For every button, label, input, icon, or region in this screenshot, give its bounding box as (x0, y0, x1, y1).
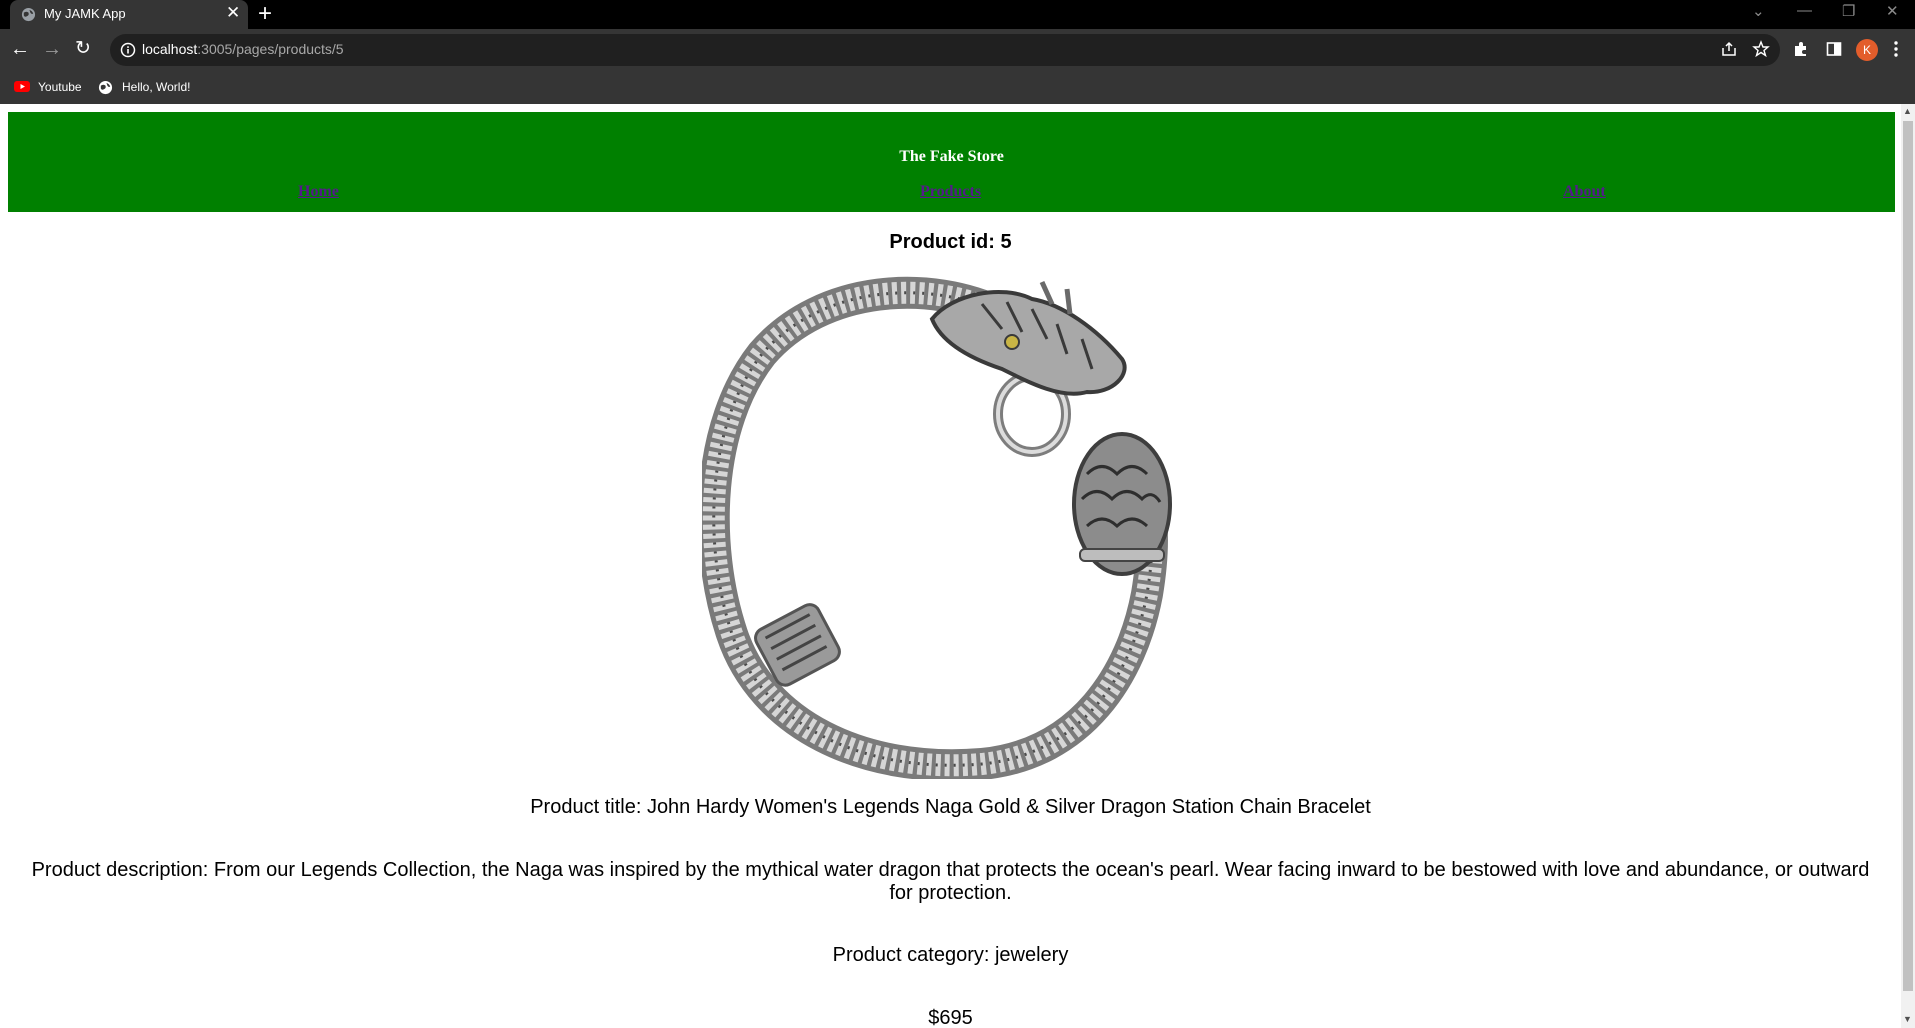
product-title: Product title: John Hardy Women's Legend… (530, 796, 1371, 818)
close-window-icon[interactable]: ✕ (1886, 2, 1899, 20)
tab-strip: My JAMK App ✕ + ⌄ — ❐ ✕ (0, 0, 1915, 29)
youtube-icon (14, 81, 30, 92)
globe-icon (21, 7, 36, 22)
nav-link-about[interactable]: About (1563, 183, 1606, 201)
share-icon[interactable] (1720, 40, 1738, 58)
address-bar[interactable]: localhost:3005/pages/products/5 (110, 34, 1780, 66)
scroll-up-arrow-icon[interactable]: ▲ (1903, 106, 1912, 116)
scroll-down-arrow-icon[interactable]: ▼ (1903, 1014, 1912, 1024)
nav-link-products[interactable]: Products (920, 183, 981, 201)
tab-close-button[interactable]: ✕ (226, 3, 240, 23)
side-panel-icon[interactable] (1825, 40, 1843, 58)
page-viewport: The Fake Store Home Products About Produ… (0, 104, 1915, 1028)
page-scrollbar[interactable]: ▲ ▼ (1901, 104, 1915, 1028)
bookmarks-bar: Youtube Hello, World! (0, 71, 1915, 104)
url-text[interactable]: localhost:3005/pages/products/5 (142, 41, 344, 57)
reload-button[interactable]: ↻ (75, 37, 91, 61)
site-header: The Fake Store Home Products About (8, 112, 1895, 212)
nav-link-home[interactable]: Home (298, 183, 339, 201)
forward-button[interactable]: → (42, 37, 62, 61)
product-description: Product description: From our Legends Co… (31, 859, 1870, 904)
tab-search-icon[interactable]: ⌄ (1752, 2, 1765, 20)
new-tab-button[interactable]: + (258, 0, 272, 28)
menu-dots-icon[interactable] (1892, 40, 1900, 58)
url-host: localhost (142, 41, 198, 57)
product-image (702, 274, 1202, 779)
bookmark-label: Youtube (38, 80, 82, 94)
store-title: The Fake Store (899, 148, 1004, 165)
browser-tab-active[interactable]: My JAMK App ✕ (10, 0, 248, 29)
scrollbar-thumb[interactable] (1903, 121, 1913, 991)
bookmark-star-icon[interactable] (1752, 40, 1770, 58)
restore-icon[interactable]: ❐ (1842, 2, 1855, 20)
url-path: :3005/pages/products/5 (197, 41, 344, 57)
extensions-icon[interactable] (1792, 40, 1810, 58)
bookmark-label: Hello, World! (122, 80, 191, 94)
profile-avatar[interactable]: K (1856, 39, 1878, 61)
product-price: $695 (928, 1007, 973, 1028)
back-button[interactable]: ← (10, 37, 30, 61)
product-category: Product category: jewelery (832, 944, 1069, 966)
product-id-heading: Product id: 5 (889, 231, 1012, 253)
tab-title: My JAMK App (44, 6, 126, 21)
browser-toolbar: ← → ↻ localhost:3005/pages/products/5 K (0, 29, 1915, 71)
minimize-icon[interactable]: — (1797, 2, 1812, 19)
site-info-icon[interactable] (119, 41, 137, 59)
globe-icon (98, 80, 113, 95)
